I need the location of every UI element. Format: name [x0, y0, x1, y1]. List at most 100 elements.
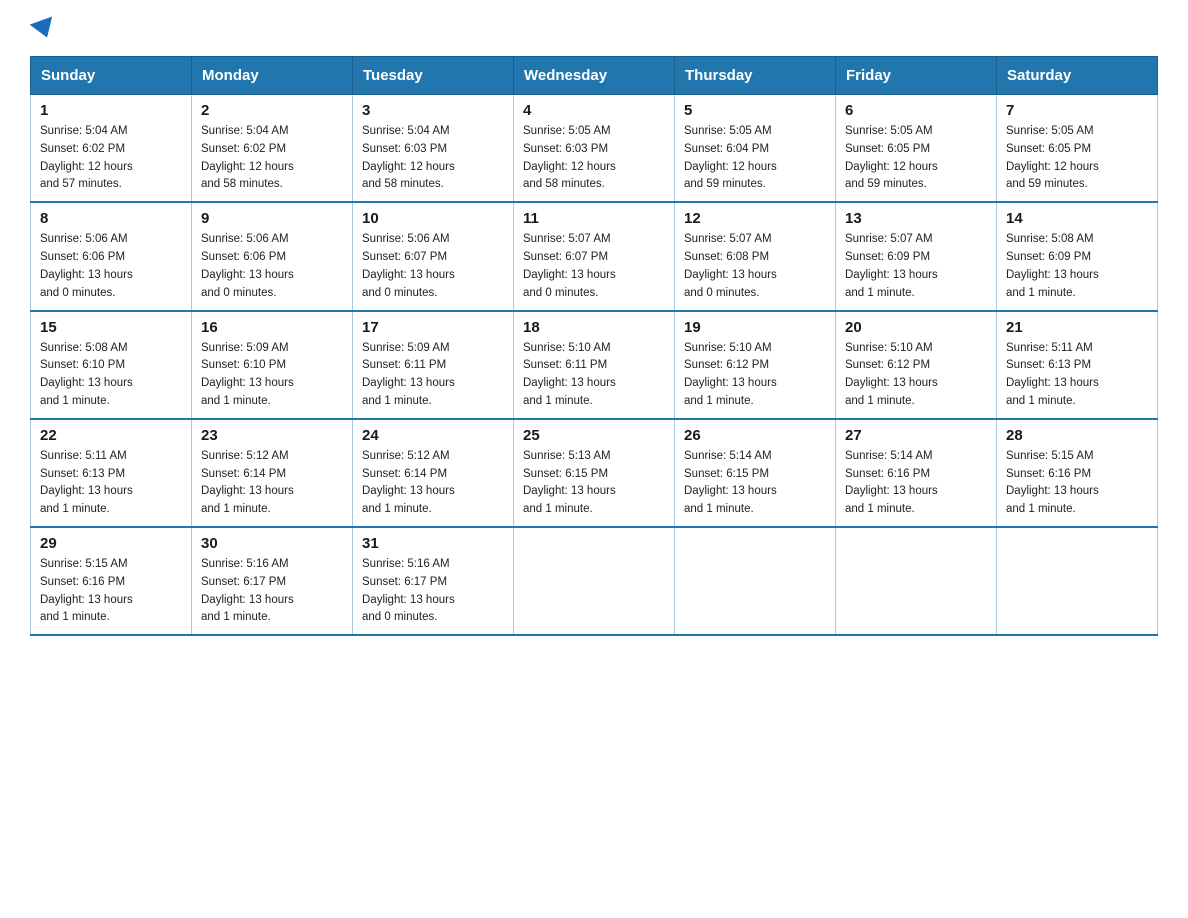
day-number: 10: [362, 210, 504, 227]
day-number: 14: [1006, 210, 1148, 227]
day-number: 27: [845, 427, 987, 444]
day-number: 21: [1006, 319, 1148, 336]
day-number: 18: [523, 319, 665, 336]
day-number: 12: [684, 210, 826, 227]
calendar-cell: 2Sunrise: 5:04 AMSunset: 6:02 PMDaylight…: [192, 95, 353, 203]
calendar-cell: [514, 527, 675, 635]
day-number: 7: [1006, 102, 1148, 119]
logo-triangle-icon: [30, 16, 59, 41]
day-info: Sunrise: 5:15 AMSunset: 6:16 PMDaylight:…: [40, 556, 182, 627]
day-info: Sunrise: 5:04 AMSunset: 6:03 PMDaylight:…: [362, 123, 504, 194]
day-info: Sunrise: 5:06 AMSunset: 6:06 PMDaylight:…: [40, 231, 182, 302]
day-info: Sunrise: 5:10 AMSunset: 6:11 PMDaylight:…: [523, 340, 665, 411]
day-number: 28: [1006, 427, 1148, 444]
calendar-cell: [997, 527, 1158, 635]
day-info: Sunrise: 5:14 AMSunset: 6:15 PMDaylight:…: [684, 448, 826, 519]
day-info: Sunrise: 5:11 AMSunset: 6:13 PMDaylight:…: [1006, 340, 1148, 411]
day-info: Sunrise: 5:07 AMSunset: 6:08 PMDaylight:…: [684, 231, 826, 302]
calendar-week-row: 1 Sunrise: 5:04 AMSunset: 6:02 PMDaylight…: [31, 95, 1158, 203]
header-friday: Friday: [836, 57, 997, 95]
calendar-cell: 3 Sunrise: 5:04 AMSunset: 6:03 PMDaylight…: [353, 95, 514, 203]
day-number: 23: [201, 427, 343, 444]
calendar-cell: 28Sunrise: 5:15 AMSunset: 6:16 PMDayligh…: [997, 419, 1158, 527]
day-number: 11: [523, 210, 665, 227]
calendar-cell: 13 Sunrise: 5:07 AMSunset: 6:09 PMDayligh…: [836, 202, 997, 310]
calendar-cell: 8 Sunrise: 5:06 AMSunset: 6:06 PMDaylight…: [31, 202, 192, 310]
day-number: 3: [362, 102, 504, 119]
day-info: Sunrise: 5:08 AMSunset: 6:10 PMDaylight:…: [40, 340, 182, 411]
day-info: Sunrise: 5:13 AMSunset: 6:15 PMDaylight:…: [523, 448, 665, 519]
calendar-week-row: 29Sunrise: 5:15 AMSunset: 6:16 PMDayligh…: [31, 527, 1158, 635]
calendar-cell: 26 Sunrise: 5:14 AMSunset: 6:15 PMDayligh…: [675, 419, 836, 527]
header-wednesday: Wednesday: [514, 57, 675, 95]
day-info: Sunrise: 5:14 AMSunset: 6:16 PMDaylight:…: [845, 448, 987, 519]
day-number: 17: [362, 319, 504, 336]
calendar-cell: 17 Sunrise: 5:09 AMSunset: 6:11 PMDayligh…: [353, 311, 514, 419]
calendar-cell: [675, 527, 836, 635]
day-number: 19: [684, 319, 826, 336]
day-number: 8: [40, 210, 182, 227]
day-number: 30: [201, 535, 343, 552]
calendar-table: SundayMondayTuesdayWednesdayThursdayFrid…: [30, 56, 1158, 636]
calendar-cell: 24 Sunrise: 5:12 AMSunset: 6:14 PMDayligh…: [353, 419, 514, 527]
day-info: Sunrise: 5:10 AMSunset: 6:12 PMDaylight:…: [845, 340, 987, 411]
calendar-cell: 22 Sunrise: 5:11 AMSunset: 6:13 PMDayligh…: [31, 419, 192, 527]
header-tuesday: Tuesday: [353, 57, 514, 95]
day-info: Sunrise: 5:05 AMSunset: 6:05 PMDaylight:…: [845, 123, 987, 194]
day-info: Sunrise: 5:07 AMSunset: 6:09 PMDaylight:…: [845, 231, 987, 302]
calendar-cell: 7Sunrise: 5:05 AMSunset: 6:05 PMDaylight…: [997, 95, 1158, 203]
header-saturday: Saturday: [997, 57, 1158, 95]
calendar-cell: 25 Sunrise: 5:13 AMSunset: 6:15 PMDayligh…: [514, 419, 675, 527]
day-info: Sunrise: 5:05 AMSunset: 6:03 PMDaylight:…: [523, 123, 665, 194]
day-info: Sunrise: 5:12 AMSunset: 6:14 PMDaylight:…: [201, 448, 343, 519]
calendar-cell: 30 Sunrise: 5:16 AMSunset: 6:17 PMDayligh…: [192, 527, 353, 635]
day-info: Sunrise: 5:12 AMSunset: 6:14 PMDaylight:…: [362, 448, 504, 519]
day-info: Sunrise: 5:08 AMSunset: 6:09 PMDaylight:…: [1006, 231, 1148, 302]
calendar-cell: [836, 527, 997, 635]
day-info: Sunrise: 5:16 AMSunset: 6:17 PMDaylight:…: [201, 556, 343, 627]
day-number: 1: [40, 102, 182, 119]
calendar-cell: 9 Sunrise: 5:06 AMSunset: 6:06 PMDaylight…: [192, 202, 353, 310]
day-info: Sunrise: 5:06 AMSunset: 6:07 PMDaylight:…: [362, 231, 504, 302]
header-thursday: Thursday: [675, 57, 836, 95]
day-info: Sunrise: 5:09 AMSunset: 6:11 PMDaylight:…: [362, 340, 504, 411]
day-number: 25: [523, 427, 665, 444]
day-number: 20: [845, 319, 987, 336]
calendar-cell: 23 Sunrise: 5:12 AMSunset: 6:14 PMDayligh…: [192, 419, 353, 527]
calendar-header-row: SundayMondayTuesdayWednesdayThursdayFrid…: [31, 57, 1158, 95]
day-info: Sunrise: 5:04 AMSunset: 6:02 PMDaylight:…: [201, 123, 343, 194]
calendar-cell: 5Sunrise: 5:05 AMSunset: 6:04 PMDaylight…: [675, 95, 836, 203]
day-number: 6: [845, 102, 987, 119]
calendar-week-row: 8 Sunrise: 5:06 AMSunset: 6:06 PMDaylight…: [31, 202, 1158, 310]
calendar-cell: 15 Sunrise: 5:08 AMSunset: 6:10 PMDayligh…: [31, 311, 192, 419]
day-number: 9: [201, 210, 343, 227]
day-info: Sunrise: 5:09 AMSunset: 6:10 PMDaylight:…: [201, 340, 343, 411]
day-number: 15: [40, 319, 182, 336]
day-info: Sunrise: 5:04 AMSunset: 6:02 PMDaylight:…: [40, 123, 182, 194]
calendar-cell: 19Sunrise: 5:10 AMSunset: 6:12 PMDayligh…: [675, 311, 836, 419]
logo: [30, 20, 56, 38]
day-info: Sunrise: 5:06 AMSunset: 6:06 PMDaylight:…: [201, 231, 343, 302]
calendar-cell: 27 Sunrise: 5:14 AMSunset: 6:16 PMDayligh…: [836, 419, 997, 527]
calendar-cell: 29Sunrise: 5:15 AMSunset: 6:16 PMDayligh…: [31, 527, 192, 635]
day-info: Sunrise: 5:11 AMSunset: 6:13 PMDaylight:…: [40, 448, 182, 519]
day-number: 16: [201, 319, 343, 336]
calendar-cell: 6 Sunrise: 5:05 AMSunset: 6:05 PMDaylight…: [836, 95, 997, 203]
header-monday: Monday: [192, 57, 353, 95]
day-number: 22: [40, 427, 182, 444]
day-number: 24: [362, 427, 504, 444]
day-info: Sunrise: 5:07 AMSunset: 6:07 PMDaylight:…: [523, 231, 665, 302]
calendar-cell: 10 Sunrise: 5:06 AMSunset: 6:07 PMDayligh…: [353, 202, 514, 310]
calendar-week-row: 15 Sunrise: 5:08 AMSunset: 6:10 PMDayligh…: [31, 311, 1158, 419]
calendar-cell: 20 Sunrise: 5:10 AMSunset: 6:12 PMDayligh…: [836, 311, 997, 419]
calendar-cell: 11 Sunrise: 5:07 AMSunset: 6:07 PMDayligh…: [514, 202, 675, 310]
day-number: 13: [845, 210, 987, 227]
day-number: 26: [684, 427, 826, 444]
day-number: 5: [684, 102, 826, 119]
calendar-cell: 14 Sunrise: 5:08 AMSunset: 6:09 PMDayligh…: [997, 202, 1158, 310]
page-header: [30, 20, 1158, 38]
day-number: 31: [362, 535, 504, 552]
day-info: Sunrise: 5:16 AMSunset: 6:17 PMDaylight:…: [362, 556, 504, 627]
calendar-cell: 12 Sunrise: 5:07 AMSunset: 6:08 PMDayligh…: [675, 202, 836, 310]
calendar-cell: 16 Sunrise: 5:09 AMSunset: 6:10 PMDayligh…: [192, 311, 353, 419]
